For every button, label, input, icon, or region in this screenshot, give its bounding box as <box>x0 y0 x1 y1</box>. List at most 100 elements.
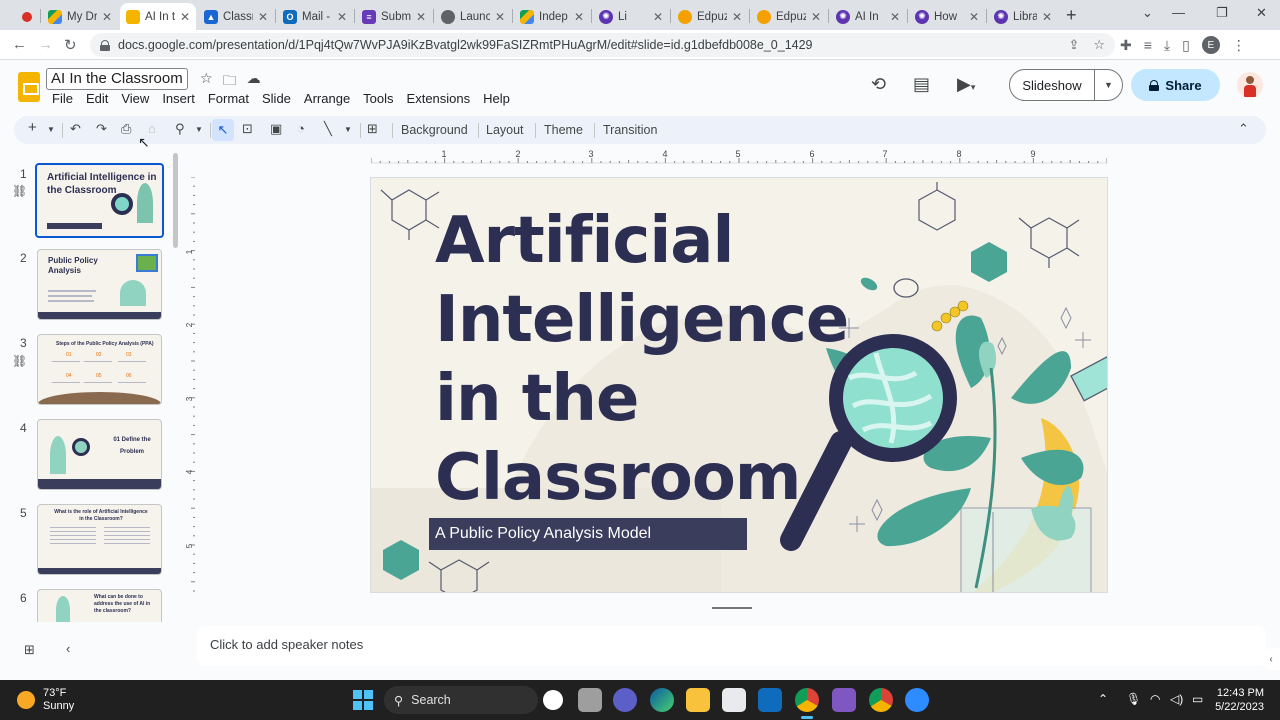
browser-tab-6[interactable]: Launc ✕ <box>435 3 511 30</box>
mail-icon[interactable] <box>758 688 782 712</box>
line-icon[interactable]: ╲ <box>324 121 332 137</box>
insert-comment-icon[interactable]: ⊞ <box>367 121 378 137</box>
browser-tab-5[interactable]: ≡ Subm ✕ <box>356 3 432 30</box>
bing-icon[interactable] <box>543 690 563 710</box>
zoom-icon[interactable] <box>905 688 929 712</box>
reload-icon[interactable]: ↻ <box>64 36 77 54</box>
menu-slide[interactable]: Slide <box>262 89 298 108</box>
menu-tools[interactable]: Tools <box>363 89 400 108</box>
slide-thumbnail-5[interactable]: What is the role of Artificial Intellige… <box>37 504 162 575</box>
browser-tab-13[interactable]: ✺ Librar ✕ <box>988 3 1058 30</box>
new-slide-caret-icon[interactable]: ▼ <box>47 125 55 134</box>
edge-icon[interactable] <box>650 688 674 712</box>
kebab-menu-icon[interactable]: ⋮ <box>1232 37 1246 54</box>
browser-tab-12[interactable]: ✺ How ✕ <box>909 3 985 30</box>
menu-edit[interactable]: Edit <box>86 89 115 108</box>
slideshow-button[interactable]: Slideshow ▼ <box>1009 69 1123 101</box>
download-icon[interactable]: ⤓ <box>1164 37 1170 54</box>
browser-tab-1[interactable]: My Dr ✕ <box>42 3 118 30</box>
version-history-icon[interactable]: ⟲ <box>871 74 886 95</box>
print-icon[interactable]: ⎙ <box>121 121 131 137</box>
battery-icon[interactable]: ▭ <box>1192 692 1203 706</box>
zoom-caret-icon[interactable]: ▼ <box>195 125 203 134</box>
close-tab-icon[interactable]: ✕ <box>1042 10 1052 24</box>
url-omnibox[interactable]: docs.google.com/presentation/d/1Pqj4tQw7… <box>90 33 1115 57</box>
menu-arrange[interactable]: Arrange <box>304 89 357 108</box>
tab-search-chevron-icon[interactable]: ⌄ <box>1142 5 1153 21</box>
chrome-profile-icon[interactable] <box>869 688 893 712</box>
maximize-icon[interactable]: ❐ <box>1216 5 1228 21</box>
browser-tab-10[interactable]: Edpuz ✕ <box>751 3 827 30</box>
background-button[interactable]: Background <box>401 123 468 137</box>
transition-button[interactable]: Transition <box>603 123 657 137</box>
theme-button[interactable]: Theme <box>544 123 583 137</box>
slide-thumbnail-3[interactable]: Steps of the Public Policy Analysis (PPA… <box>37 334 162 405</box>
comments-icon[interactable]: ▤ <box>913 74 930 95</box>
browser-tab-0[interactable] <box>10 3 40 30</box>
close-tab-icon[interactable]: ✕ <box>969 10 979 24</box>
close-tab-icon[interactable]: ✕ <box>416 10 426 24</box>
system-clock[interactable]: 12:43 PM 5/22/2023 <box>1212 686 1264 714</box>
image-icon[interactable]: ▣ <box>270 121 282 137</box>
close-tab-icon[interactable]: ✕ <box>180 10 190 24</box>
new-slide-plus-icon[interactable]: + <box>28 119 37 136</box>
notes-resize-handle[interactable] <box>712 607 752 609</box>
close-tab-icon[interactable]: ✕ <box>574 10 584 24</box>
collapse-toolbar-chevron-icon[interactable]: ⌃ <box>1238 121 1249 137</box>
menu-file[interactable]: File <box>52 89 80 108</box>
menu-view[interactable]: View <box>121 89 156 108</box>
file-explorer-icon[interactable] <box>686 688 710 712</box>
volume-icon[interactable]: ◁) <box>1170 692 1183 706</box>
text-box-icon[interactable]: ⊡ <box>242 121 253 137</box>
close-tab-icon[interactable]: ✕ <box>732 10 742 24</box>
side-panel-icon[interactable]: ▯ <box>1182 37 1190 54</box>
browser-tab-4[interactable]: O Mail - ✕ <box>277 3 353 30</box>
chrome-icon[interactable] <box>795 688 819 712</box>
layout-button[interactable]: Layout <box>486 123 524 137</box>
microphone-icon[interactable]: 🎙 <box>1126 692 1141 706</box>
menu-format[interactable]: Format <box>208 89 256 108</box>
extensions-puzzle-icon[interactable]: ✚ <box>1120 37 1132 54</box>
close-tab-icon[interactable]: ✕ <box>102 10 112 24</box>
wifi-icon[interactable]: ◠ <box>1150 692 1160 706</box>
browser-tab-7[interactable]: Indep ✕ <box>514 3 590 30</box>
microsoft-store-icon[interactable] <box>722 688 746 712</box>
slide-subtitle[interactable]: A Public Policy Analysis Model <box>429 518 747 550</box>
meet-camera-icon[interactable]: ▶▾ <box>957 74 975 95</box>
document-title-input[interactable]: AI In the Classroom <box>46 68 188 90</box>
slide-thumbnail-4[interactable]: 01 Define the Problem <box>37 419 162 490</box>
menu-extensions[interactable]: Extensions <box>407 89 478 108</box>
shape-icon[interactable]: ◔ <box>297 121 305 136</box>
minimize-icon[interactable]: — <box>1172 5 1185 20</box>
speaker-notes-area[interactable]: Click to add speaker notes <box>197 626 1266 666</box>
undo-icon[interactable]: ↶ <box>70 121 81 137</box>
tray-overflow-chevron-icon[interactable]: ⌃ <box>1098 692 1108 706</box>
zoom-icon[interactable]: ⚲ <box>175 121 185 137</box>
close-tab-icon[interactable]: ✕ <box>495 10 505 24</box>
slide-thumbnail-1[interactable]: Artificial Intelligence in the Classroom <box>35 163 164 238</box>
close-tab-icon[interactable]: ✕ <box>258 10 268 24</box>
slide-thumbnail-2[interactable]: Public Policy Analysis <box>37 249 162 320</box>
share-page-icon[interactable]: ⇪ <box>1068 37 1079 53</box>
show-side-panel-chevron-icon[interactable]: ‹ <box>1262 648 1280 670</box>
account-avatar[interactable] <box>1237 72 1263 98</box>
task-view-icon[interactable] <box>578 688 602 712</box>
filmstrip-scrollbar[interactable] <box>173 153 178 248</box>
slide-title[interactable]: Artificial Intelligence in the Classroom <box>435 202 849 518</box>
reading-list-icon[interactable]: ≡ <box>1144 37 1152 53</box>
browser-tab-11[interactable]: ✺ AI In ✕ <box>830 3 906 30</box>
close-tab-icon[interactable]: ✕ <box>890 10 900 24</box>
current-slide[interactable]: Artificial Intelligence in the Classroom… <box>370 177 1108 593</box>
slides-logo-icon[interactable] <box>18 72 40 102</box>
select-cursor-icon[interactable]: ↖ <box>212 119 234 141</box>
windows-start-icon[interactable] <box>353 690 373 710</box>
redo-icon[interactable]: ↷ <box>96 121 107 137</box>
close-tab-icon[interactable]: ✕ <box>337 10 347 24</box>
grid-view-icon[interactable]: ⊞ <box>24 642 35 658</box>
url-text[interactable]: docs.google.com/presentation/d/1Pqj4tQw7… <box>118 38 813 52</box>
slide-thumbnail-6[interactable]: What can be done to address the use of A… <box>37 589 162 622</box>
browser-tab-3[interactable]: ▲ Classr ✕ <box>198 3 274 30</box>
speaker-notes-placeholder[interactable]: Click to add speaker notes <box>210 637 363 652</box>
back-arrow-icon[interactable]: ← <box>12 36 27 53</box>
taskbar-search[interactable]: ⚲ Search <box>384 686 538 714</box>
